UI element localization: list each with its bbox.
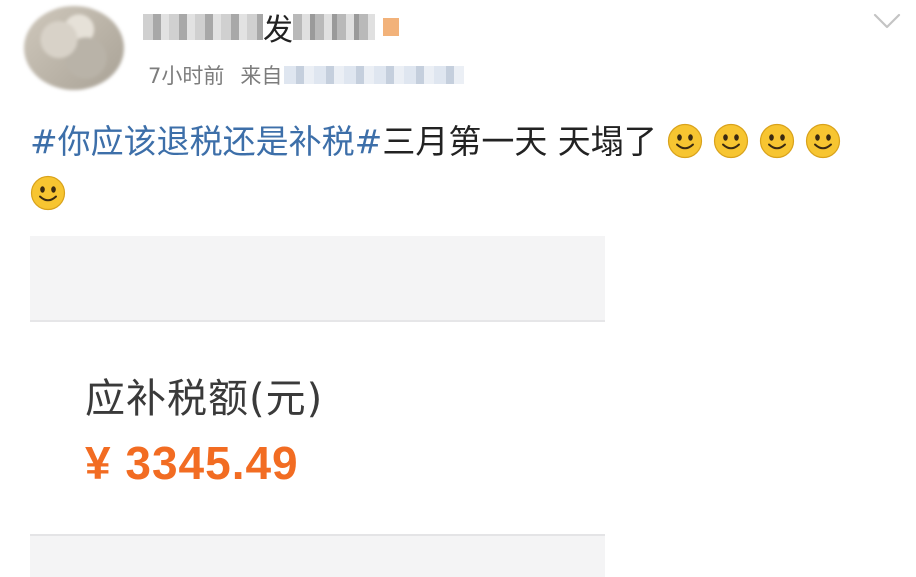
avatar[interactable] bbox=[24, 6, 124, 90]
card-header-area bbox=[30, 236, 605, 322]
chevron-down-icon[interactable] bbox=[872, 10, 902, 32]
redacted-source[interactable] bbox=[284, 66, 465, 84]
post-body: 三月第一天 天塌了 bbox=[382, 122, 657, 161]
tax-label: 应补税额(元) bbox=[85, 376, 324, 422]
post-time: 7小时前 bbox=[148, 64, 225, 88]
tax-card bbox=[30, 322, 605, 536]
redacted-name-block bbox=[143, 14, 263, 40]
smile-emoji-icon bbox=[760, 123, 795, 159]
redacted-name-block bbox=[293, 14, 375, 40]
smile-emoji-icon bbox=[806, 123, 841, 159]
post-meta: 7小时前 来自 bbox=[148, 60, 465, 90]
smile-emoji-icon bbox=[668, 123, 703, 159]
post-source-prefix: 来自 bbox=[240, 64, 283, 88]
redacted-badge bbox=[383, 18, 399, 36]
author-name[interactable]: 发 bbox=[143, 8, 399, 48]
post-text: #你应该退税还是补税#三月第一天 天塌了 bbox=[30, 116, 890, 220]
hashtag-link[interactable]: #你应该退税还是补税# bbox=[30, 122, 382, 161]
card-footer-area bbox=[30, 536, 605, 577]
smile-emoji-icon bbox=[30, 175, 66, 211]
author-name-visible: 发 bbox=[263, 13, 293, 48]
tax-amount: ¥ 3345.49 bbox=[85, 437, 299, 489]
smile-emoji-icon bbox=[714, 123, 749, 159]
